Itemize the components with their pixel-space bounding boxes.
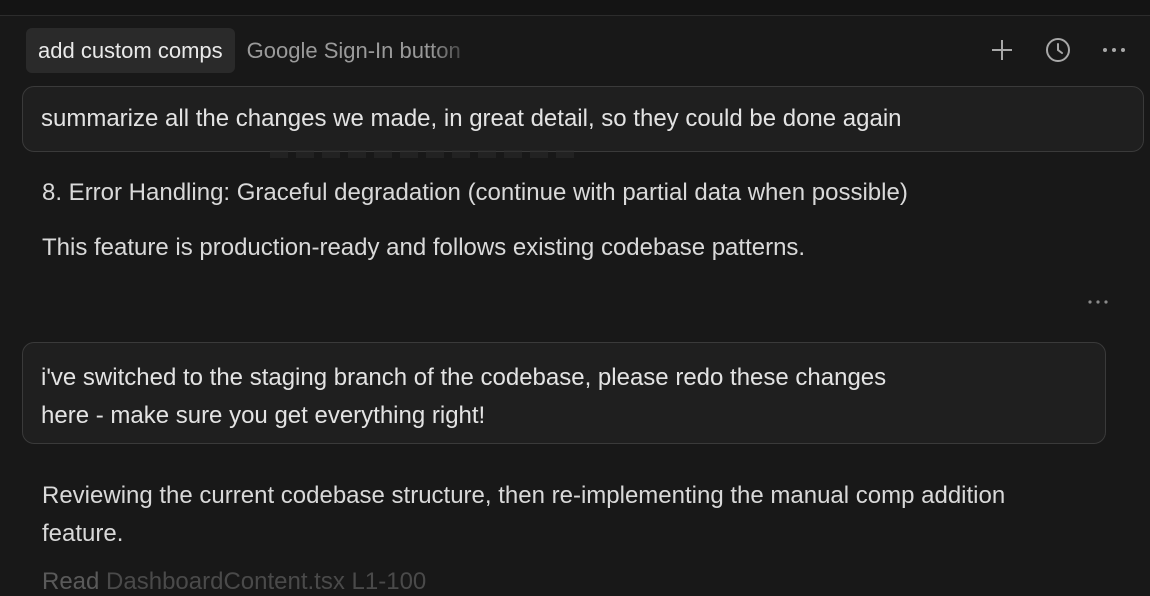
- user-message-2-line-1: i've switched to the staging branch of t…: [41, 364, 887, 391]
- user-message-1-text: summarize all the changes we made, in gr…: [41, 105, 902, 132]
- assistant-response: Reviewing the current codebase structure…: [42, 482, 1006, 547]
- user-message-1[interactable]: summarize all the changes we made, in gr…: [22, 86, 1144, 152]
- ellipsis-icon: [1088, 300, 1108, 304]
- assistant-summary: This feature is production-ready and fol…: [42, 234, 806, 261]
- assistant-list-item: 8. Error Handling: Graceful degradation …: [42, 179, 908, 206]
- clock-icon: [1046, 38, 1070, 62]
- more-options-button[interactable]: [1096, 30, 1132, 70]
- tab-actions: [984, 30, 1132, 70]
- user-message-2[interactable]: i've switched to the staging branch of t…: [22, 342, 1106, 444]
- message-more-button[interactable]: [1084, 290, 1112, 314]
- tool-read-range: L1-100: [351, 568, 427, 595]
- tool-read-label: Read: [42, 568, 100, 595]
- tool-read-row[interactable]: Read DashboardContent.tsx L1-100: [42, 568, 426, 596]
- new-chat-button[interactable]: [984, 30, 1020, 70]
- history-button[interactable]: [1040, 30, 1076, 70]
- tab-google-sign-in[interactable]: Google Sign-In button: [235, 28, 479, 73]
- scrolled-content-fragment: [270, 150, 580, 158]
- plus-icon: [992, 40, 1012, 60]
- tab-add-custom-comps[interactable]: add custom comps: [26, 28, 235, 73]
- tool-read-file: DashboardContent.tsx: [106, 568, 345, 595]
- ellipsis-icon: [1103, 48, 1125, 52]
- tab-bar: add custom comps Google Sign-In button: [26, 28, 479, 73]
- top-divider: [0, 0, 1150, 16]
- user-message-2-line-2: here - make sure you get everything righ…: [41, 402, 486, 429]
